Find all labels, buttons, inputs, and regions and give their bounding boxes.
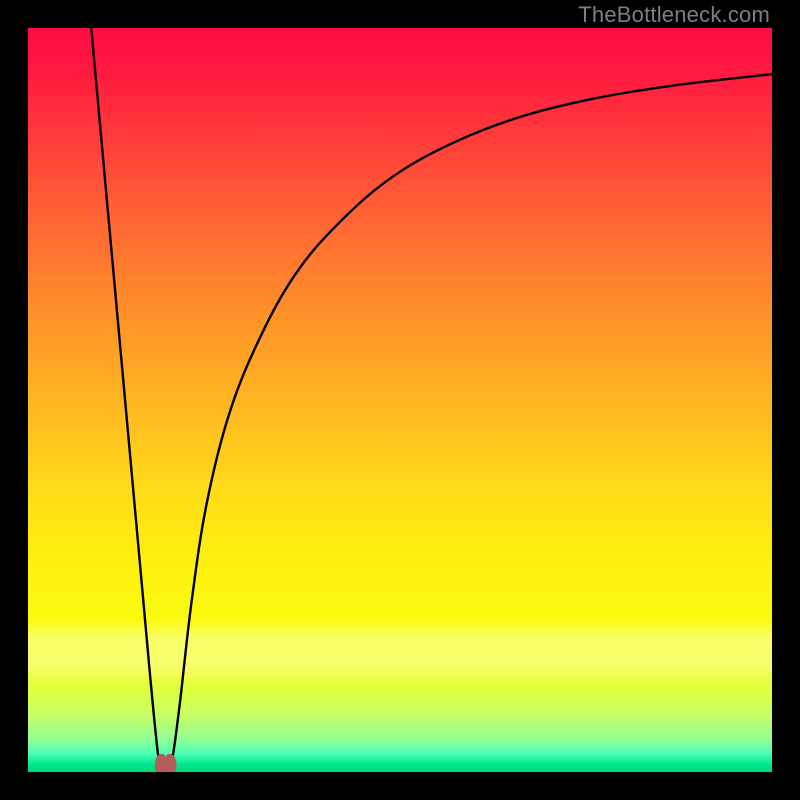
plot-area (28, 28, 772, 772)
chart-frame: TheBottleneck.com (0, 0, 800, 800)
bottleneck-curve (28, 28, 772, 772)
watermark-text: TheBottleneck.com (578, 2, 770, 28)
